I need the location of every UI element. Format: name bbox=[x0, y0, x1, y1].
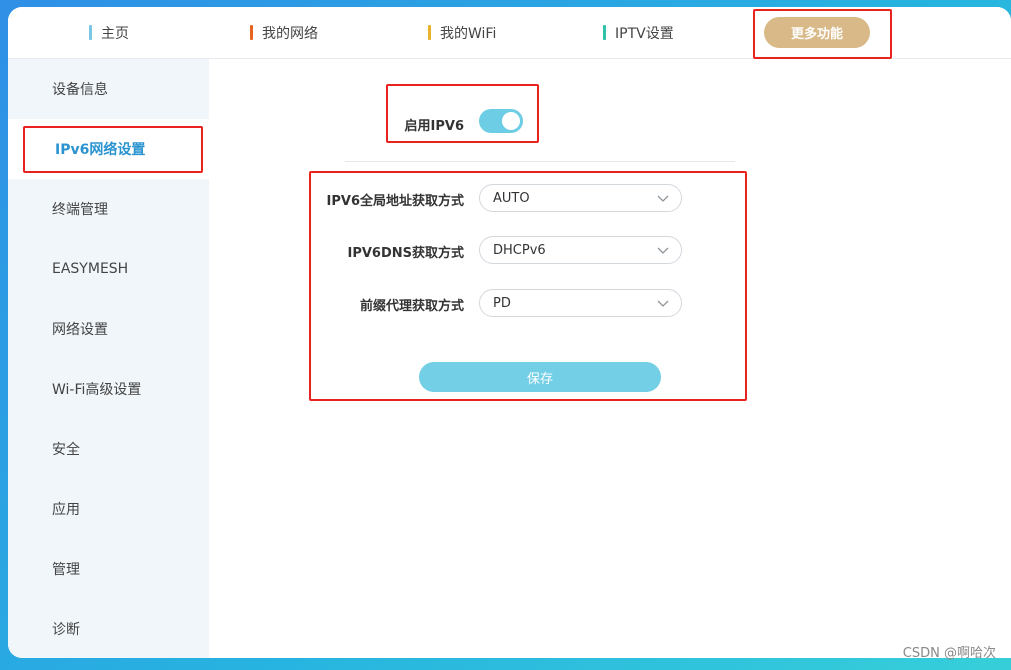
toggle-knob bbox=[502, 112, 520, 130]
sidebar-item-label: 终端管理 bbox=[52, 202, 108, 218]
sidebar-item-label: Wi-Fi高级设置 bbox=[52, 382, 142, 398]
prefix-delegation-label: 前缀代理获取方式 bbox=[359, 299, 464, 314]
nav-my-wifi-label: 我的WiFi bbox=[440, 25, 497, 42]
sidebar-item-security[interactable]: 安全 bbox=[8, 419, 209, 479]
router-admin-window: 主页 我的网络 我的WiFi IPTV设置 更多功能 设备信息 IPv6网络设置… bbox=[8, 7, 1011, 658]
ipv6-global-address-label: IPV6全局地址获取方式 bbox=[326, 194, 464, 209]
ipv6-global-address-select[interactable]: AUTO bbox=[479, 184, 682, 212]
nav-my-network[interactable]: 我的网络 bbox=[250, 7, 318, 58]
sidebar-item-wifi-advanced[interactable]: Wi-Fi高级设置 bbox=[8, 359, 209, 419]
nav-iptv-settings[interactable]: IPTV设置 bbox=[603, 7, 674, 58]
chevron-down-icon bbox=[657, 300, 669, 307]
chevron-down-icon bbox=[657, 247, 669, 254]
prefix-delegation-value: PD bbox=[493, 295, 511, 311]
nav-my-wifi[interactable]: 我的WiFi bbox=[428, 7, 496, 58]
sidebar: 设备信息 IPv6网络设置 终端管理 EASYMESH 网络设置 Wi-Fi高级… bbox=[8, 59, 209, 658]
sidebar-item-diagnostics[interactable]: 诊断 bbox=[8, 599, 209, 658]
nav-home-marker bbox=[89, 25, 92, 40]
enable-ipv6-toggle[interactable] bbox=[479, 109, 523, 133]
chevron-down-icon bbox=[657, 195, 669, 202]
nav-my-network-label: 我的网络 bbox=[262, 25, 318, 42]
save-button[interactable]: 保存 bbox=[419, 362, 661, 392]
sidebar-item-label: EASYMESH bbox=[52, 261, 129, 277]
enable-ipv6-label: 启用IPV6 bbox=[404, 119, 464, 134]
section-divider bbox=[345, 161, 735, 162]
ipv6-global-address-value: AUTO bbox=[493, 190, 530, 206]
top-nav: 主页 我的网络 我的WiFi IPTV设置 更多功能 bbox=[8, 7, 1011, 59]
more-features-button[interactable]: 更多功能 bbox=[764, 17, 870, 48]
sidebar-item-label: IPv6网络设置 bbox=[55, 142, 146, 158]
sidebar-item-management[interactable]: 管理 bbox=[8, 539, 209, 599]
ipv6-dns-label: IPV6DNS获取方式 bbox=[347, 246, 464, 261]
main-content: 启用IPV6 IPV6全局地址获取方式 AUTO IPV6DNS获取方式 DHC… bbox=[209, 59, 1011, 658]
sidebar-item-applications[interactable]: 应用 bbox=[8, 479, 209, 539]
prefix-delegation-select[interactable]: PD bbox=[479, 289, 682, 317]
sidebar-item-network-settings[interactable]: 网络设置 bbox=[8, 299, 209, 359]
sidebar-item-label: 安全 bbox=[52, 442, 80, 458]
ipv6-dns-value: DHCPv6 bbox=[493, 242, 546, 258]
sidebar-item-terminal-management[interactable]: 终端管理 bbox=[8, 179, 209, 239]
watermark: CSDN @啊哈次 bbox=[902, 646, 996, 661]
sidebar-item-label: 网络设置 bbox=[52, 322, 108, 338]
sidebar-item-label: 应用 bbox=[52, 502, 80, 518]
sidebar-item-label: 设备信息 bbox=[52, 82, 108, 98]
sidebar-item-device-info[interactable]: 设备信息 bbox=[8, 59, 209, 119]
nav-iptv-marker bbox=[603, 25, 606, 40]
nav-home[interactable]: 主页 bbox=[89, 7, 129, 58]
ipv6-dns-select[interactable]: DHCPv6 bbox=[479, 236, 682, 264]
sidebar-item-easymesh[interactable]: EASYMESH bbox=[8, 239, 209, 299]
nav-my-wifi-marker bbox=[428, 25, 431, 40]
sidebar-item-label: 诊断 bbox=[52, 622, 80, 638]
nav-iptv-label: IPTV设置 bbox=[615, 25, 674, 42]
sidebar-item-ipv6-settings[interactable]: IPv6网络设置 bbox=[8, 119, 209, 179]
nav-my-network-marker bbox=[250, 25, 253, 40]
sidebar-item-label: 管理 bbox=[52, 562, 80, 578]
nav-home-label: 主页 bbox=[101, 25, 129, 42]
